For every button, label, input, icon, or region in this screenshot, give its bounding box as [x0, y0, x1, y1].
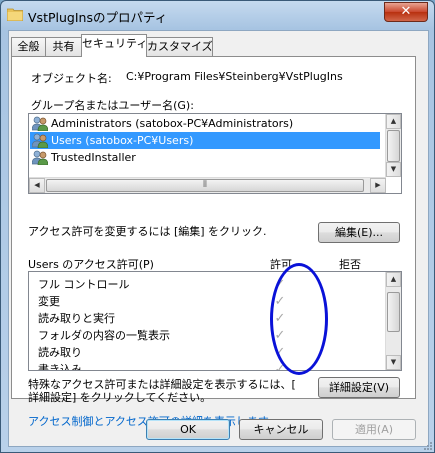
scroll-up-icon[interactable]: ▲ [386, 114, 401, 129]
check-icon: ✓ [274, 362, 286, 371]
apply-button[interactable]: 適用(A) [332, 419, 416, 440]
permissions-vertical-scrollbar[interactable]: ▲ ▼ [385, 272, 401, 370]
close-button[interactable]: ✕ [384, 2, 428, 22]
security-panel: オブジェクト名: C:¥Program Files¥Steinberg¥VstP… [11, 56, 416, 404]
ok-button[interactable]: OK [146, 419, 230, 440]
advanced-button[interactable]: 詳細設定(V) [318, 377, 400, 398]
check-icon: ✓ [274, 311, 286, 326]
list-item[interactable]: Users (satobox-PC¥Users) [30, 132, 380, 149]
tab-customize[interactable]: カスタマイズ [146, 37, 213, 56]
tab-general[interactable]: 全般 [11, 37, 46, 56]
list-item: 読み取りと実行 ✓ [29, 310, 384, 327]
grip-icon: ⦀ [203, 180, 207, 190]
list-item[interactable]: Administrators (satobox-PC¥Administrator… [30, 115, 380, 132]
permission-name: 書き込み [38, 363, 82, 371]
list-item[interactable]: TrustedInstaller [30, 149, 380, 166]
check-icon: ✓ [274, 277, 286, 292]
groups-horizontal-scrollbar[interactable]: ◀ ⦀ ▶ [29, 177, 386, 193]
users-icon [32, 150, 48, 165]
properties-window: VstPlugInsのプロパティ ✕ 全般 共有 セキュリティ カスタマイズ オ… [0, 0, 435, 453]
groups-vertical-scrollbar[interactable]: ▲ ▼ [385, 114, 401, 177]
tab-security[interactable]: セキュリティ [81, 34, 147, 57]
object-name-label: オブジェクト名: [31, 72, 112, 85]
list-item: 書き込み ✓ [29, 361, 384, 371]
permissions-header: Users のアクセス許可(P) [28, 258, 154, 271]
group-name: TrustedInstaller [51, 151, 136, 164]
allow-header: 許可 [270, 258, 292, 271]
permission-name: 変更 [38, 295, 60, 308]
list-item: 読み取り ✓ [29, 344, 384, 361]
group-user-list[interactable]: Administrators (satobox-PC¥Administrator… [28, 113, 402, 194]
dialog-client-area: 全般 共有 セキュリティ カスタマイズ オブジェクト名: C:¥Program … [8, 30, 429, 447]
title-bar[interactable]: VstPlugInsのプロパティ ✕ [1, 1, 434, 31]
scroll-up-icon[interactable]: ▲ [386, 272, 401, 287]
object-name-value: C:¥Program Files¥Steinberg¥VstPlugIns [126, 70, 343, 83]
check-icon: ✓ [274, 294, 286, 309]
scroll-thumb[interactable]: ⦀ [46, 179, 364, 192]
groups-label: グループ名またはユーザー名(G): [31, 99, 194, 112]
group-name: Administrators (satobox-PC¥Administrator… [51, 117, 294, 130]
deny-header: 拒否 [339, 258, 361, 271]
check-icon: ✓ [274, 345, 286, 360]
resize-grip-icon[interactable] [421, 439, 433, 451]
users-icon [32, 133, 48, 148]
list-item: フォルダの内容の一覧表示 ✓ [29, 327, 384, 344]
permissions-list[interactable]: フル コントロール ✓ 変更 ✓ 読み取りと実行 ✓ フォルダの内容の一覧表示 … [28, 271, 402, 371]
users-icon [32, 116, 48, 131]
scroll-down-icon[interactable]: ▼ [386, 355, 401, 370]
scroll-thumb[interactable] [387, 130, 400, 162]
change-permission-text: アクセス許可を変更するには [編集] をクリック. [28, 225, 267, 238]
advanced-text-line2: 詳細設定] をクリックしてください。 [28, 391, 212, 404]
edit-button[interactable]: 編集(E)... [318, 222, 400, 243]
permission-name: 読み取りと実行 [38, 312, 115, 325]
scroll-right-icon[interactable]: ▶ [370, 178, 386, 193]
window-title: VstPlugInsのプロパティ [28, 10, 168, 25]
list-item: 変更 ✓ [29, 293, 384, 310]
close-icon: ✕ [400, 4, 412, 19]
list-item: フル コントロール ✓ [29, 276, 384, 293]
folder-icon [7, 8, 23, 21]
cancel-button[interactable]: キャンセル [239, 419, 323, 440]
permission-name: フル コントロール [38, 278, 130, 291]
check-icon: ✓ [274, 328, 286, 343]
permission-name: 読み取り [38, 346, 82, 359]
tab-sharing[interactable]: 共有 [45, 37, 82, 56]
scroll-down-icon[interactable]: ▼ [386, 162, 401, 177]
scroll-thumb[interactable] [387, 292, 400, 332]
scroll-left-icon[interactable]: ◀ [29, 178, 45, 193]
permission-name: フォルダの内容の一覧表示 [38, 329, 170, 342]
group-name: Users (satobox-PC¥Users) [51, 134, 194, 147]
